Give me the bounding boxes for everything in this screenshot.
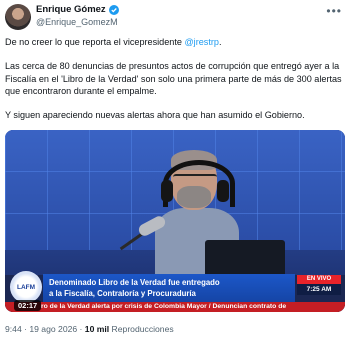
author-name-row: Enrique Gómez	[36, 4, 119, 15]
tweet-text-paragraph-3: Y siguen apareciendo nuevas alertas ahor…	[5, 110, 305, 121]
headline-banner: Denominado Libro de la Verdad fue entreg…	[43, 274, 295, 302]
tweet-text: De no creer lo que reporta el vicepresid…	[5, 36, 347, 121]
video-timecode: 02:17	[14, 300, 42, 311]
views-count: 10 mil	[84, 324, 110, 334]
tweet-text-line1: De no creer lo que reporta el vicepresid…	[5, 37, 185, 47]
more-options-icon[interactable]: •••	[326, 4, 342, 18]
tweet-text-paragraph-2: Las cerca de 80 denuncias de presuntos a…	[5, 61, 345, 96]
news-ticker: ro de la Verdad alerta por crisis de Col…	[5, 302, 345, 312]
tweet-footer: 9:44 · 19 ago 2026 · 10 mil Reproduccion…	[5, 324, 174, 334]
live-label: EN VIVO	[297, 275, 341, 284]
channel-logo: LAFM	[10, 271, 42, 303]
tweet-text-line1-end: .	[218, 37, 222, 47]
live-indicator: EN VIVO 7:25 AM	[297, 275, 341, 297]
views-label: Reproducciones	[109, 324, 174, 334]
author-name[interactable]: Enrique Gómez	[36, 4, 106, 15]
live-time: 7:25 AM	[297, 284, 341, 295]
headline-line-1: Denominado Libro de la Verdad fue entreg…	[49, 278, 220, 287]
video-player[interactable]: EN VIVO 7:25 AM Denominado Libro de la V…	[5, 130, 345, 312]
headphone-right	[217, 180, 229, 202]
post-time-date[interactable]: 9:44 · 19 ago 2026 ·	[5, 324, 85, 334]
avatar[interactable]	[5, 4, 31, 30]
tweet-header: Enrique Gómez @Enrique_GomezM •••	[0, 0, 350, 34]
author-handle[interactable]: @Enrique_GomezM	[36, 17, 118, 27]
verified-badge-icon	[108, 4, 119, 15]
mention-link[interactable]: @jrestrp	[184, 37, 219, 47]
headphone-left	[161, 180, 173, 202]
headline-line-2: a la Fiscalía, Contraloría y Procuradurí…	[49, 289, 196, 298]
